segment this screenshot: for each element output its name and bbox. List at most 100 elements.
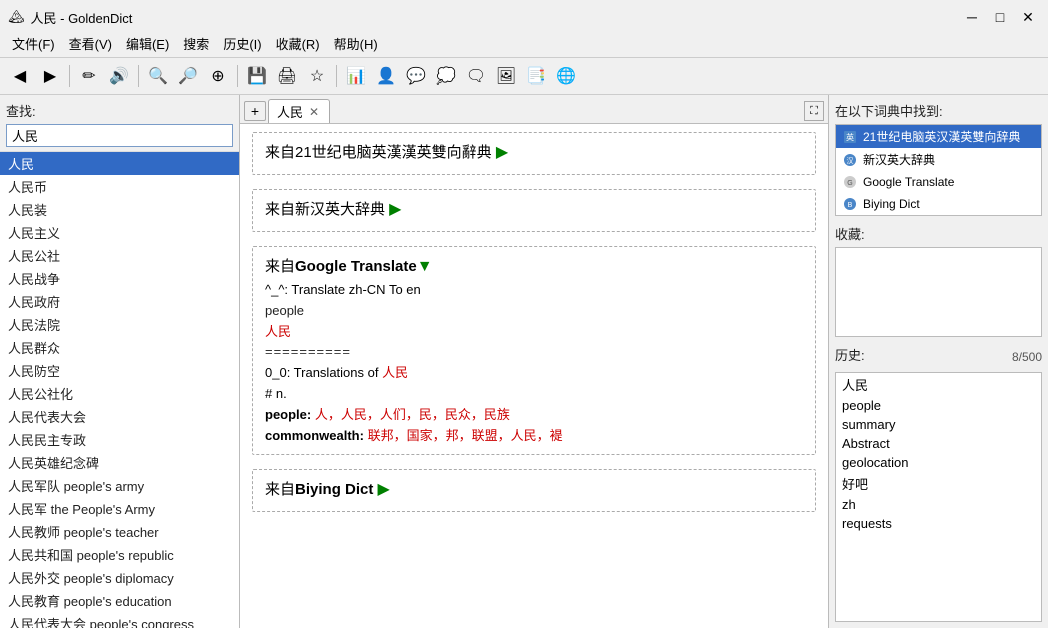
dict-found-item[interactable]: 汉 新汉英大辞典 <box>836 148 1041 171</box>
audio-button[interactable]: 🔊 <box>105 62 133 90</box>
word-list-item[interactable]: 人民共和国 people's republic <box>0 543 239 566</box>
btn-chat3[interactable]: 🗨 <box>462 62 490 90</box>
toolbar-sep-3 <box>237 65 238 87</box>
menu-item-收藏(R)[interactable]: 收藏(R) <box>270 32 326 55</box>
word-list-item[interactable]: 人民教师 people's teacher <box>0 520 239 543</box>
menu-item-编辑(E)[interactable]: 编辑(E) <box>120 32 175 55</box>
tab-close-button[interactable]: ✕ <box>307 105 321 119</box>
toolbar-sep-2 <box>138 65 139 87</box>
word-list-item[interactable]: 人民公社化 <box>0 382 239 405</box>
add-tab-button[interactable]: + <box>244 101 266 121</box>
dict-content: ^_^: Translate zh-CN To en people 人民 ===… <box>265 280 803 446</box>
titlebar-left: 🏔 人民 - GoldenDict <box>8 8 132 27</box>
scan-button[interactable]: ✏ <box>75 62 103 90</box>
dict-header[interactable]: 来自21世纪电脑英漢漢英雙向辭典 ▶ <box>265 141 803 162</box>
dict-header[interactable]: 来自Biying Dict ▶ <box>265 478 803 499</box>
history-item[interactable]: geolocation <box>836 453 1041 472</box>
favorites-title: 收藏: <box>835 224 1042 243</box>
separator: ========== <box>265 342 803 363</box>
word-list-item[interactable]: 人民 <box>0 152 239 175</box>
btn-doc[interactable]: 📑 <box>522 62 550 90</box>
word-list-item[interactable]: 人民外交 people's diplomacy <box>0 566 239 589</box>
menubar: 文件(F)查看(V)编辑(E)搜索历史(I)收藏(R)帮助(H) <box>0 30 1048 58</box>
dict-found-list: 英21世纪电脑英汉漢英雙向辞典汉 新汉英大辞典 GGoogle TranslateB… <box>835 124 1042 216</box>
search-input[interactable] <box>6 124 233 147</box>
content-area: 来自21世纪电脑英漢漢英雙向辭典 ▶ 来自新汉英大辞典 ▶ 来自Google Tra… <box>240 124 828 628</box>
print-button[interactable]: 🖨 <box>273 62 301 90</box>
tab-renmin[interactable]: 人民 ✕ <box>268 99 330 123</box>
word-list-item[interactable]: 人民代表大会 people's congress <box>0 612 239 628</box>
maximize-content-button[interactable]: ⛶ <box>804 101 824 121</box>
history-item[interactable]: 好吧 <box>836 472 1041 495</box>
history-item[interactable]: summary <box>836 415 1041 434</box>
dict-found-item[interactable]: GGoogle Translate <box>836 171 1041 193</box>
toolbar-sep-1 <box>69 65 70 87</box>
word-list-item[interactable]: 人民民主专政 <box>0 428 239 451</box>
btn-chat2[interactable]: 💭 <box>432 62 460 90</box>
btn-chat1[interactable]: 💬 <box>402 62 430 90</box>
dict-found-label: 21世纪电脑英汉漢英雙向辞典 <box>863 128 1020 145</box>
word-list-item[interactable]: 人民群众 <box>0 336 239 359</box>
word-list-item[interactable]: 人民法院 <box>0 313 239 336</box>
dict-section-biying-dict: 来自Biying Dict ▶ <box>252 469 816 512</box>
minimize-button[interactable]: ─ <box>960 6 984 28</box>
word-list-item[interactable]: 人民代表大会 <box>0 405 239 428</box>
close-button[interactable]: ✕ <box>1016 6 1040 28</box>
menu-item-帮助(H)[interactable]: 帮助(H) <box>328 32 384 55</box>
menu-item-搜索[interactable]: 搜索 <box>177 32 215 55</box>
word-list-item[interactable]: 人民教育 people's education <box>0 589 239 612</box>
word-list-item[interactable]: 人民防空 <box>0 359 239 382</box>
chart-button[interactable]: 📊 <box>342 62 370 90</box>
dict-found-label: Google Translate <box>863 175 954 189</box>
favorites-box <box>835 247 1042 337</box>
dict-section-新汉英大辞典: 来自新汉英大辞典 ▶ <box>252 189 816 232</box>
save-button[interactable]: 💾 <box>243 62 271 90</box>
btn-globe[interactable]: 🌐 <box>552 62 580 90</box>
forward-button[interactable]: ▶ <box>36 62 64 90</box>
word-list-item[interactable]: 人民英雄纪念碑 <box>0 451 239 474</box>
word-list-item[interactable]: 人民军 the People's Army <box>0 497 239 520</box>
word-list-item[interactable]: 人民军队 people's army <box>0 474 239 497</box>
search-label: 查找: <box>0 95 239 122</box>
back-button[interactable]: ◀ <box>6 62 34 90</box>
app-icon: 🏔 <box>8 9 25 25</box>
tab-bar: + 人民 ✕ ⛶ <box>240 95 828 124</box>
dict-header[interactable]: 来自新汉英大辞典 ▶ <box>265 198 803 219</box>
dict-found-item[interactable]: 英21世纪电脑英汉漢英雙向辞典 <box>836 125 1041 148</box>
svg-text:汉: 汉 <box>847 157 854 165</box>
word-list-item[interactable]: 人民币 <box>0 175 239 198</box>
zoom-in-button[interactable]: 🔎 <box>174 62 202 90</box>
center-panel: + 人民 ✕ ⛶ 来自21世纪电脑英漢漢英雙向辭典 ▶ 来自新汉英大辞典 ▶ 来自G… <box>240 95 828 628</box>
zoom-reset-button[interactable]: ⊕ <box>204 62 232 90</box>
maximize-button[interactable]: □ <box>988 6 1012 28</box>
word-list-item[interactable]: 人民公社 <box>0 244 239 267</box>
dict-found-item[interactable]: BBiying Dict <box>836 193 1041 215</box>
translate-header: ^_^: Translate zh-CN To en <box>265 280 803 301</box>
word-list-item[interactable]: 人民装 <box>0 198 239 221</box>
btn-person[interactable]: 👤 <box>372 62 400 90</box>
history-item[interactable]: requests <box>836 514 1041 533</box>
titlebar-controls: ─ □ ✕ <box>960 6 1040 28</box>
word-list-item[interactable]: 人民主义 <box>0 221 239 244</box>
window-title: 人民 - GoldenDict <box>31 8 133 27</box>
commonwealth-line: commonwealth: 联邦，国家，邦，联盟，人民，褆 <box>265 426 803 447</box>
titlebar: 🏔 人民 - GoldenDict ─ □ ✕ <box>0 0 1048 30</box>
menu-item-历史(I)[interactable]: 历史(I) <box>217 32 267 55</box>
history-item[interactable]: zh <box>836 495 1041 514</box>
menu-item-文件(F)[interactable]: 文件(F) <box>6 32 61 55</box>
right-panel: 在以下词典中找到: 英21世纪电脑英汉漢英雙向辞典汉新汉英大辞典GGoogle … <box>828 95 1048 628</box>
word-list-item[interactable]: 人民战争 <box>0 267 239 290</box>
dict-header[interactable]: 来自Google Translate▼ <box>265 255 803 276</box>
dict-section-google-translate: 来自Google Translate▼ ^_^: Translate zh-CN… <box>252 246 816 455</box>
history-item[interactable]: 人民 <box>836 373 1041 396</box>
history-item[interactable]: people <box>836 396 1041 415</box>
history-item[interactable]: Abstract <box>836 434 1041 453</box>
dict-found-label: 新汉英大辞典 <box>863 151 935 168</box>
menu-item-查看(V)[interactable]: 查看(V) <box>63 32 118 55</box>
history-title: 历史: <box>835 345 865 364</box>
people-line: people: 人，人民，人们，民，民众，民族 <box>265 405 803 426</box>
word-list-item[interactable]: 人民政府 <box>0 290 239 313</box>
btn-image[interactable]: 🖼 <box>492 62 520 90</box>
zoom-out-button[interactable]: 🔍 <box>144 62 172 90</box>
star-button[interactable]: ☆ <box>303 62 331 90</box>
